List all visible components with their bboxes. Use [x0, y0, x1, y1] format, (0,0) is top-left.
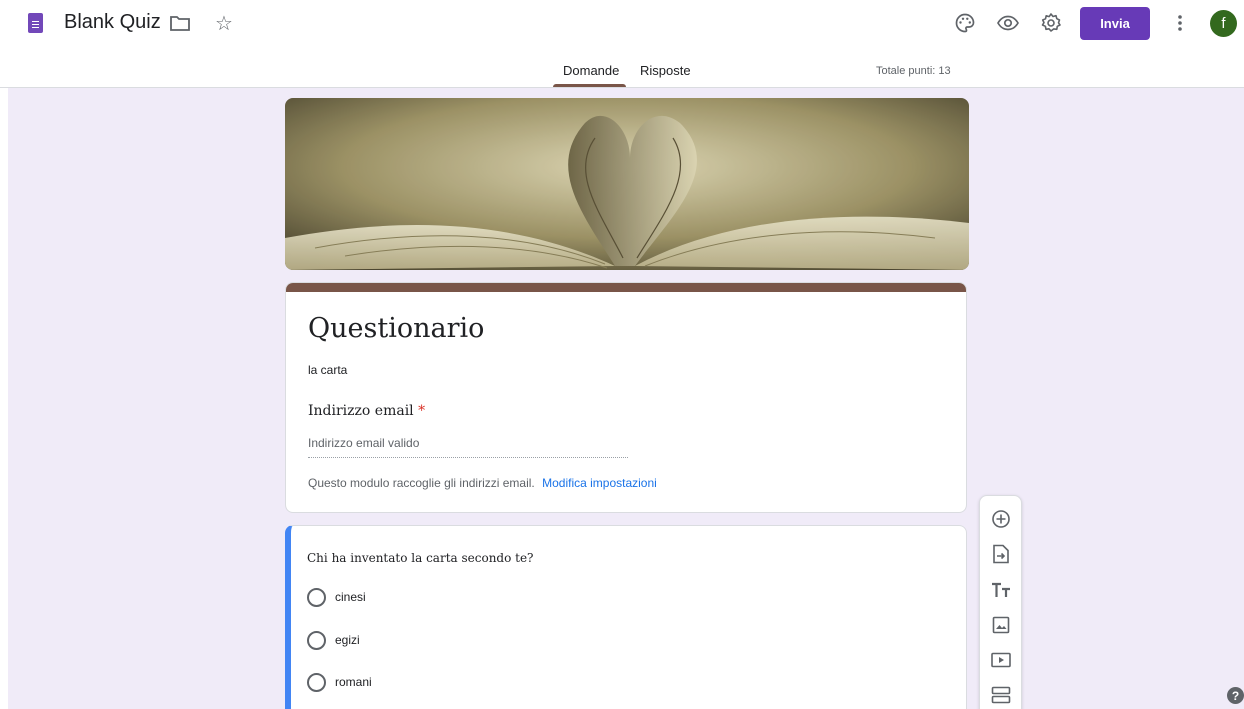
- header-row: Blank Quiz ☆ Invia f: [0, 0, 1244, 48]
- email-field[interactable]: Indirizzo email valido: [308, 436, 628, 458]
- star-icon[interactable]: ☆: [212, 11, 236, 35]
- settings-icon[interactable]: [1039, 11, 1063, 35]
- required-asterisk: *: [418, 403, 426, 419]
- add-question-icon[interactable]: [989, 507, 1013, 531]
- form-title-card: Questionario la carta Indirizzo email * …: [285, 282, 967, 513]
- active-tab-indicator: [553, 84, 626, 87]
- option-item[interactable]: egizi: [307, 630, 360, 650]
- forms-logo-icon[interactable]: [28, 13, 43, 33]
- radio-circle-icon[interactable]: [307, 587, 326, 607]
- question-text[interactable]: Chi ha inventato la carta secondo te?: [307, 551, 534, 565]
- palette-icon[interactable]: [953, 11, 977, 35]
- tab-risposte[interactable]: Risposte: [640, 63, 691, 78]
- document-title[interactable]: Blank Quiz: [64, 11, 161, 34]
- option-item[interactable]: cinesi: [307, 587, 366, 607]
- help-icon[interactable]: ?: [1227, 687, 1244, 704]
- email-label: Indirizzo email *: [308, 403, 425, 419]
- floating-toolbar: [979, 495, 1022, 709]
- email-label-text: Indirizzo email: [308, 403, 414, 419]
- question-card[interactable]: Chi ha inventato la carta secondo te? ci…: [285, 525, 967, 709]
- radio-circle-icon[interactable]: [307, 630, 326, 650]
- add-section-icon[interactable]: [989, 683, 1013, 707]
- add-title-icon[interactable]: [989, 578, 1013, 602]
- add-image-icon[interactable]: [989, 613, 1013, 637]
- import-questions-icon[interactable]: [989, 542, 1013, 566]
- add-video-icon[interactable]: [989, 648, 1013, 672]
- option-label[interactable]: cinesi: [335, 590, 366, 604]
- header-image: [285, 98, 969, 270]
- radio-circle-icon[interactable]: [307, 672, 326, 692]
- email-collect-note: Questo modulo raccoglie gli indirizzi em…: [308, 476, 657, 490]
- form-description[interactable]: la carta: [308, 363, 347, 377]
- folder-icon[interactable]: [168, 11, 192, 35]
- left-edge: [0, 88, 8, 709]
- theme-color-band: [286, 283, 966, 292]
- eye-icon[interactable]: [996, 11, 1020, 35]
- email-collect-text: Questo modulo raccoglie gli indirizzi em…: [308, 476, 535, 490]
- avatar[interactable]: f: [1210, 10, 1237, 37]
- tab-domande[interactable]: Domande: [563, 63, 619, 78]
- send-button[interactable]: Invia: [1080, 7, 1150, 40]
- more-vert-icon[interactable]: [1168, 11, 1192, 35]
- top-bar: Blank Quiz ☆ Invia f Domande Risposte To…: [0, 0, 1244, 88]
- option-label[interactable]: egizi: [335, 633, 360, 647]
- option-label[interactable]: romani: [335, 675, 372, 689]
- total-points: Totale punti: 13: [876, 65, 951, 77]
- form-title[interactable]: Questionario: [308, 313, 484, 344]
- edit-settings-link[interactable]: Modifica impostazioni: [542, 476, 657, 490]
- option-item[interactable]: romani: [307, 672, 372, 692]
